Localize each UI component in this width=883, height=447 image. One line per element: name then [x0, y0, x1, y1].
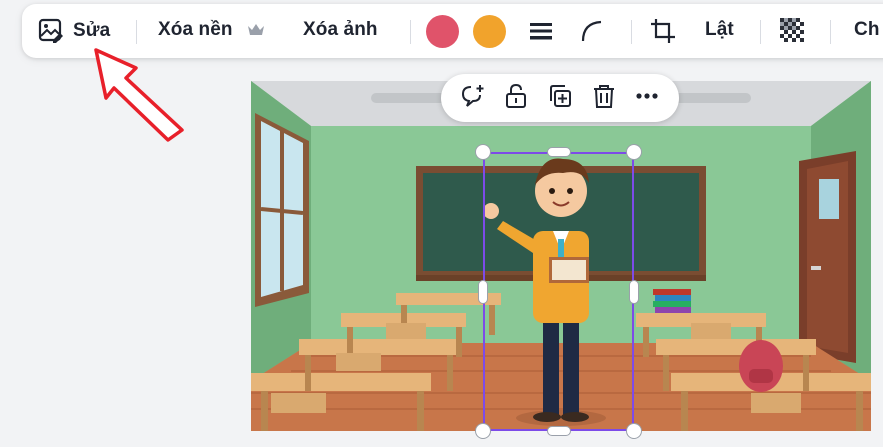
annotation-arrow	[94, 48, 184, 142]
resize-handle-bottom-left[interactable]	[475, 423, 491, 439]
more-actions-button[interactable]	[630, 81, 664, 115]
crop-icon	[650, 18, 676, 44]
duplicate-button[interactable]	[543, 81, 577, 115]
resize-handle-bottom[interactable]	[547, 426, 571, 436]
trash-icon	[591, 83, 617, 114]
edit-button[interactable]: Sửa	[38, 18, 110, 44]
add-comment-button[interactable]	[456, 81, 490, 115]
unlock-icon	[503, 83, 529, 114]
remove-image-label: Xóa ảnh	[303, 19, 378, 40]
more-icon	[634, 83, 660, 114]
delete-button[interactable]	[587, 81, 621, 115]
color-swatch-red[interactable]	[426, 15, 459, 48]
divider	[760, 20, 761, 44]
transparency-button[interactable]	[778, 16, 808, 46]
image-edit-icon	[38, 18, 64, 44]
remove-background-label: Xóa nền	[158, 19, 233, 40]
more-options-label: Ch	[854, 19, 880, 40]
divider	[631, 20, 632, 44]
corner-radius-button[interactable]	[580, 19, 604, 43]
resize-handle-top-left[interactable]	[475, 144, 491, 160]
divider	[136, 20, 137, 44]
resize-handle-top[interactable]	[547, 147, 571, 157]
comment-add-icon	[460, 83, 486, 114]
element-floating-toolbar	[441, 74, 679, 122]
selection-box	[483, 152, 634, 431]
divider	[410, 20, 411, 44]
corner-radius-icon	[580, 19, 604, 43]
resize-handle-bottom-right[interactable]	[626, 423, 642, 439]
line-weight-icon	[529, 21, 553, 41]
more-options-button[interactable]: Ch	[854, 19, 880, 41]
transparency-icon	[778, 16, 808, 46]
crop-button[interactable]	[650, 18, 676, 44]
crown-icon	[247, 23, 265, 37]
lock-button[interactable]	[499, 81, 533, 115]
border-weight-button[interactable]	[529, 21, 553, 41]
resize-handle-right[interactable]	[629, 280, 639, 304]
duplicate-icon	[547, 83, 573, 114]
edit-label: Sửa	[73, 20, 111, 41]
resize-handle-left[interactable]	[478, 280, 488, 304]
divider	[830, 20, 831, 44]
color-swatch-orange[interactable]	[473, 15, 506, 48]
flip-button[interactable]: Lật	[705, 19, 734, 41]
resize-handle-top-right[interactable]	[626, 144, 642, 160]
remove-background-button[interactable]: Xóa nền	[158, 19, 265, 41]
remove-image-button[interactable]: Xóa ảnh	[303, 19, 378, 41]
flip-label: Lật	[705, 19, 734, 40]
